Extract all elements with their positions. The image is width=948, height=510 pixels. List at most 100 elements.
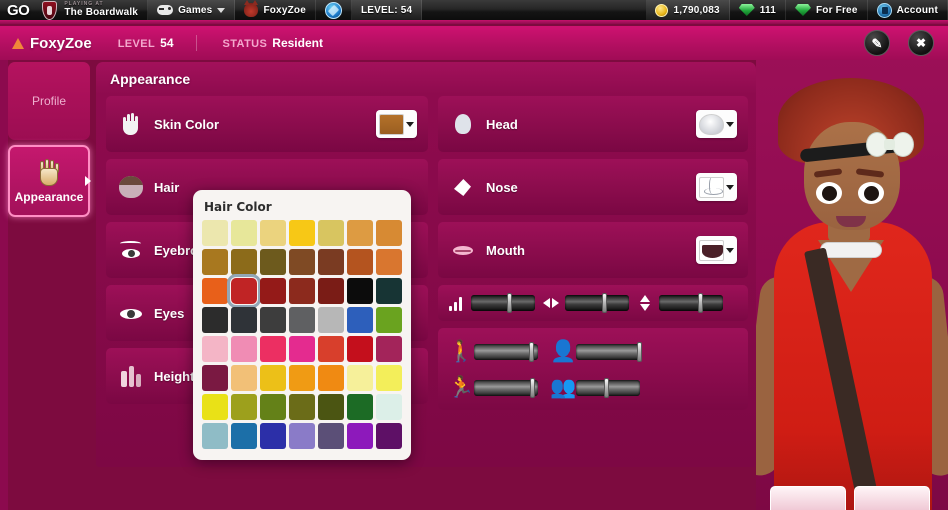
primary-action-button[interactable]: [770, 486, 846, 510]
slider-track[interactable]: [565, 293, 629, 313]
color-swatch[interactable]: [227, 274, 261, 308]
sidebar-item-profile[interactable]: Profile: [8, 62, 90, 140]
color-swatch[interactable]: [347, 220, 373, 246]
venue-indicator[interactable]: PLAYING AT The Boardwalk: [33, 0, 149, 20]
slider-leg[interactable]: 🚶: [448, 339, 538, 365]
color-swatch[interactable]: [231, 336, 257, 362]
color-swatch[interactable]: [318, 278, 344, 304]
color-swatch[interactable]: [260, 394, 286, 420]
slider-knob[interactable]: [602, 293, 607, 313]
color-swatch[interactable]: [347, 394, 373, 420]
option-row-head[interactable]: Head: [438, 96, 748, 152]
color-swatch[interactable]: [260, 365, 286, 391]
color-swatch[interactable]: [202, 423, 228, 449]
color-swatch[interactable]: [202, 307, 228, 333]
color-swatch[interactable]: [260, 249, 286, 275]
slider-track[interactable]: [471, 293, 535, 313]
slider-body-wide[interactable]: 👥: [550, 375, 640, 401]
color-swatch[interactable]: [376, 307, 402, 333]
head-dropdown[interactable]: [696, 110, 737, 138]
color-swatch[interactable]: [376, 249, 402, 275]
gem-balance[interactable]: 111: [730, 0, 786, 20]
color-swatch[interactable]: [376, 423, 402, 449]
color-swatch[interactable]: [231, 394, 257, 420]
slider-height[interactable]: [636, 293, 723, 313]
account-button[interactable]: Account: [868, 0, 948, 20]
slider-track[interactable]: [576, 378, 640, 398]
color-swatch[interactable]: [347, 307, 373, 333]
color-swatch[interactable]: [376, 365, 402, 391]
color-swatch[interactable]: [231, 249, 257, 275]
for-free-button[interactable]: For Free: [786, 0, 868, 20]
color-swatch[interactable]: [318, 394, 344, 420]
color-swatch[interactable]: [289, 336, 315, 362]
color-swatch[interactable]: [231, 307, 257, 333]
color-swatch[interactable]: [376, 394, 402, 420]
color-swatch[interactable]: [202, 336, 228, 362]
slider-track[interactable]: [474, 342, 538, 362]
color-swatch[interactable]: [231, 220, 257, 246]
secondary-action-button[interactable]: [854, 486, 930, 510]
color-swatch[interactable]: [318, 249, 344, 275]
color-swatch[interactable]: [347, 249, 373, 275]
color-swatch[interactable]: [289, 307, 315, 333]
color-swatch[interactable]: [376, 220, 402, 246]
skin-color-dropdown[interactable]: [376, 110, 417, 138]
games-menu[interactable]: Games: [148, 0, 236, 20]
color-swatch[interactable]: [289, 220, 315, 246]
mouth-dropdown[interactable]: [696, 236, 737, 264]
profile-shortcut[interactable]: FoxyZoe: [235, 0, 316, 20]
color-swatch[interactable]: [318, 365, 344, 391]
slider-size[interactable]: [448, 293, 535, 313]
color-swatch[interactable]: [347, 423, 373, 449]
color-swatch[interactable]: [376, 278, 402, 304]
color-swatch[interactable]: [231, 423, 257, 449]
color-swatch[interactable]: [289, 365, 315, 391]
coin-balance[interactable]: 1,790,083: [646, 0, 730, 20]
slider-knob[interactable]: [637, 342, 642, 362]
color-swatch[interactable]: [260, 336, 286, 362]
slider-knob[interactable]: [507, 293, 512, 313]
slider-track[interactable]: [576, 342, 642, 362]
slider-knob[interactable]: [529, 342, 534, 362]
slider-knob[interactable]: [530, 378, 535, 398]
slider-track[interactable]: [659, 293, 723, 313]
color-swatch[interactable]: [318, 220, 344, 246]
color-swatch[interactable]: [347, 365, 373, 391]
color-swatch[interactable]: [289, 278, 315, 304]
color-swatch[interactable]: [202, 278, 228, 304]
slider-knob[interactable]: [604, 378, 609, 398]
color-swatch[interactable]: [260, 423, 286, 449]
close-icon[interactable]: ✖: [908, 30, 934, 56]
color-swatch[interactable]: [260, 220, 286, 246]
color-swatch[interactable]: [289, 249, 315, 275]
color-swatch[interactable]: [318, 336, 344, 362]
sidebar-item-appearance[interactable]: Appearance: [8, 145, 91, 217]
color-swatch[interactable]: [318, 307, 344, 333]
slider-knob[interactable]: [698, 293, 703, 313]
color-swatch[interactable]: [202, 394, 228, 420]
slider-leg-bent[interactable]: 🏃: [448, 375, 538, 401]
go-logo[interactable]: GO: [0, 0, 33, 20]
pencil-edit-icon[interactable]: ✎: [864, 30, 890, 56]
slider-width[interactable]: [542, 293, 629, 313]
color-swatch[interactable]: [202, 249, 228, 275]
option-row-skin-color[interactable]: Skin Color: [106, 96, 428, 152]
color-swatch[interactable]: [289, 423, 315, 449]
color-swatch[interactable]: [260, 278, 286, 304]
color-swatch[interactable]: [202, 365, 228, 391]
color-swatch[interactable]: [289, 394, 315, 420]
color-swatch[interactable]: [347, 336, 373, 362]
option-row-nose[interactable]: Nose: [438, 159, 748, 215]
color-swatch[interactable]: [202, 220, 228, 246]
color-swatch[interactable]: [318, 423, 344, 449]
slider-track[interactable]: [474, 378, 538, 398]
nose-dropdown[interactable]: [696, 173, 737, 201]
blue-gem-shortcut[interactable]: [316, 0, 352, 20]
color-swatch[interactable]: [376, 336, 402, 362]
color-swatch[interactable]: [260, 307, 286, 333]
color-swatch[interactable]: [347, 278, 373, 304]
slider-body-front[interactable]: 👤: [550, 339, 642, 365]
color-swatch[interactable]: [231, 365, 257, 391]
option-row-mouth[interactable]: Mouth: [438, 222, 748, 278]
